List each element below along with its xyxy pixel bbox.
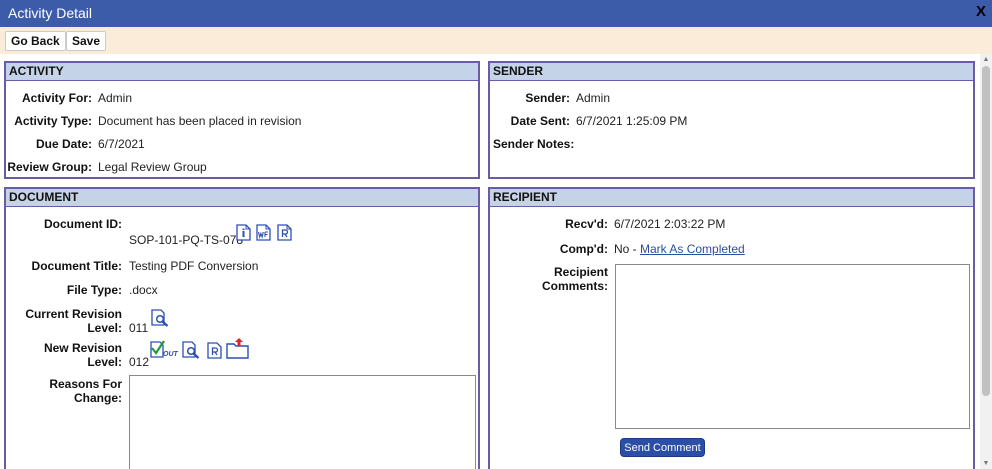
toolbar: Go Back Save <box>0 27 992 54</box>
mark-as-completed-link[interactable]: Mark As Completed <box>640 242 745 256</box>
current-revision-value: 011 <box>129 321 149 335</box>
upload-folder-icon[interactable] <box>226 337 250 359</box>
review-group-label: Review Group: <box>7 160 92 174</box>
recipient-panel: RECIPIENT Recv'd: 6/7/2021 2:03:22 PM Co… <box>488 187 975 469</box>
document-header: DOCUMENT <box>6 189 478 207</box>
content-area: ACTIVITY Activity For: Admin Activity Ty… <box>0 54 980 469</box>
vertical-scrollbar[interactable]: ▲ ▼ <box>980 54 992 469</box>
sender-label: Sender: <box>525 91 570 105</box>
revision-report-icon[interactable] <box>206 342 223 359</box>
file-type-value: .docx <box>129 283 158 297</box>
new-revision-value: 012 <box>129 355 150 369</box>
recipient-header: RECIPIENT <box>490 189 973 207</box>
go-back-button[interactable]: Go Back <box>5 31 66 51</box>
scroll-down-arrow-icon[interactable]: ▼ <box>982 460 990 467</box>
report-icon[interactable] <box>276 224 293 241</box>
sender-header: SENDER <box>490 63 973 81</box>
activity-header: ACTIVITY <box>6 63 478 81</box>
new-revision-icons: OUT <box>149 337 250 359</box>
scroll-up-arrow-icon[interactable]: ▲ <box>982 56 990 63</box>
date-sent-label: Date Sent: <box>510 114 570 128</box>
completed-label: Comp'd: <box>559 242 608 256</box>
document-title-value: Testing PDF Conversion <box>129 259 259 273</box>
current-revision-label-line1: Current Revision <box>25 307 122 321</box>
due-date-label: Due Date: <box>35 137 92 151</box>
activity-type-value: Document has been placed in revision <box>98 114 302 128</box>
recipient-comments-label-line1: Recipient <box>553 265 608 279</box>
document-id-label: Document ID: <box>44 217 122 231</box>
window-title: Activity Detail <box>8 5 93 21</box>
sender-notes-label: Sender Notes: <box>493 137 575 151</box>
activity-type-label: Activity Type: <box>14 114 92 128</box>
send-comment-button[interactable]: Send Comment <box>620 438 705 457</box>
document-id-value: SOP-101-PQ-TS-078 <box>129 233 244 247</box>
reasons-label-line2: Change: <box>74 391 122 405</box>
info-icon[interactable] <box>235 224 252 241</box>
title-bar: Activity Detail X <box>0 0 992 27</box>
received-value: 6/7/2021 2:03:22 PM <box>614 217 726 231</box>
completed-status: No - Mark As Completed <box>614 242 745 256</box>
review-group-value: Legal Review Group <box>98 160 207 174</box>
reasons-label-line1: Reasons For <box>49 377 122 391</box>
file-type-label: File Type: <box>66 283 122 297</box>
activity-for-label: Activity For: <box>21 91 92 105</box>
date-sent-value: 6/7/2021 1:25:09 PM <box>576 114 688 128</box>
document-id-icons <box>235 224 293 241</box>
scrollbar-thumb[interactable] <box>982 66 990 396</box>
view-doc-icon[interactable] <box>151 309 171 327</box>
activity-panel: ACTIVITY Activity For: Admin Activity Ty… <box>4 61 480 179</box>
sender-value: Admin <box>576 91 611 105</box>
checkout-icon[interactable]: OUT <box>149 339 179 359</box>
current-revision-label-line2: Level: <box>87 321 122 335</box>
due-date-value: 6/7/2021 <box>98 137 145 151</box>
sender-panel: SENDER Sender: Admin Date Sent: 6/7/2021… <box>488 61 975 179</box>
document-title-label: Document Title: <box>31 259 122 273</box>
close-button[interactable]: X <box>976 3 986 20</box>
svg-text:OUT: OUT <box>163 351 179 358</box>
recipient-comments-label-line2: Comments: <box>541 279 608 293</box>
view-revision-icon[interactable] <box>182 341 202 359</box>
received-label: Recv'd: <box>565 217 608 231</box>
document-panel: DOCUMENT Document ID: SOP-101-PQ-TS-078 … <box>4 187 480 469</box>
workflow-icon[interactable] <box>255 224 272 241</box>
new-revision-label: New Revision Level: <box>43 341 122 369</box>
completed-value: No - <box>614 242 641 256</box>
save-button[interactable]: Save <box>66 31 107 51</box>
reasons-for-change-textarea[interactable] <box>129 375 476 469</box>
recipient-comments-textarea[interactable] <box>615 264 970 429</box>
activity-for-value: Admin <box>98 91 133 105</box>
